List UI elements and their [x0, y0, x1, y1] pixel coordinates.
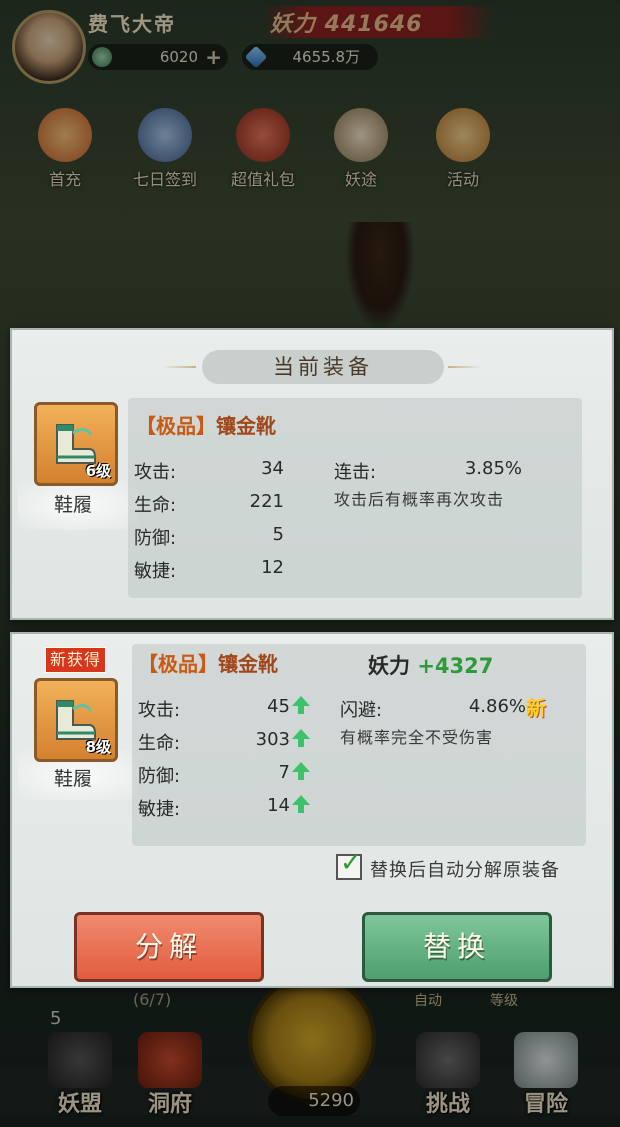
new-item-name: 【极品】镶金靴 — [138, 648, 278, 677]
stat-increase-arrow-icon — [292, 762, 310, 772]
stat-value: 7 — [278, 762, 290, 783]
stat-value: 12 — [261, 557, 284, 578]
item-name: 镶金靴 — [218, 652, 278, 676]
stat-label: 敏捷: — [138, 799, 181, 820]
stat-increase-arrow-stem — [298, 772, 304, 780]
banner-ornament-left — [162, 366, 196, 368]
quality-label: 【极品】 — [138, 652, 218, 676]
stat-increase-arrow-stem — [298, 739, 304, 747]
special-stat-desc: 攻击后有概率再次攻击 — [334, 490, 505, 509]
power-change-value: +4327 — [417, 654, 494, 678]
banner-ornament-right — [448, 366, 482, 368]
new-item-icon[interactable]: 8级 — [34, 678, 118, 762]
current-item-icon[interactable]: 6级 — [34, 402, 118, 486]
stat-increase-arrow-icon — [292, 795, 310, 805]
stat-value: 221 — [249, 491, 284, 512]
slot-label: 鞋履 — [53, 494, 92, 516]
current-equipment-title: 当前装备 — [202, 350, 444, 384]
stat-value: 14 — [267, 795, 290, 816]
stat-label: 防御: — [134, 528, 177, 549]
new-obtained-badge: 新获得 — [45, 647, 107, 673]
checkmark-icon: ✓ — [340, 848, 362, 878]
special-stat-label: 连击: — [334, 462, 377, 483]
stat-value: 34 — [261, 458, 284, 479]
replace-button[interactable]: 替换 — [362, 912, 552, 982]
stat-increase-arrow-stem — [298, 805, 304, 813]
stat-label: 敏捷: — [134, 561, 177, 582]
item-level: 6级 — [85, 462, 111, 480]
auto-decompose-checkbox[interactable]: ✓ — [336, 848, 362, 880]
current-equipment-panel: 当前装备 6级 鞋履 【极品】镶金靴 攻击: 34 生命: 221 防御: 5 … — [10, 328, 614, 620]
new-stat-badge: 新 — [526, 696, 546, 720]
quality-label: 【极品】 — [136, 414, 216, 438]
stat-value: 303 — [255, 729, 290, 750]
stat-label: 防御: — [138, 766, 181, 787]
stat-value: 45 — [267, 696, 290, 717]
item-level: 8级 — [85, 738, 111, 756]
item-name: 镶金靴 — [216, 414, 276, 438]
stat-increase-arrow-icon — [292, 696, 310, 706]
new-equipment-panel: 新获得 8级 鞋履 【极品】镶金靴 妖力 +4327 攻击: 45 生命: 30… — [10, 632, 614, 988]
stat-label: 攻击: — [134, 462, 177, 483]
stat-label: 攻击: — [138, 700, 181, 721]
current-item-name: 【极品】镶金靴 — [136, 410, 276, 439]
slot-label: 鞋履 — [53, 768, 92, 790]
power-change-label: 妖力 — [368, 654, 410, 678]
power-change: 妖力 +4327 — [368, 650, 493, 680]
stat-increase-arrow-stem — [298, 706, 304, 714]
special-stat-value: 4.86% — [468, 696, 526, 717]
decompose-button[interactable]: 分解 — [74, 912, 264, 982]
auto-decompose-label[interactable]: 替换后自动分解原装备 — [370, 856, 560, 882]
stat-increase-arrow-icon — [292, 729, 310, 739]
stat-label: 生命: — [138, 733, 181, 754]
stat-value: 5 — [272, 524, 284, 545]
special-stat-label: 闪避: — [340, 700, 383, 721]
special-stat-desc: 有概率完全不受伤害 — [340, 728, 494, 747]
special-stat-value: 3.85% — [464, 458, 522, 479]
stat-label: 生命: — [134, 495, 177, 516]
